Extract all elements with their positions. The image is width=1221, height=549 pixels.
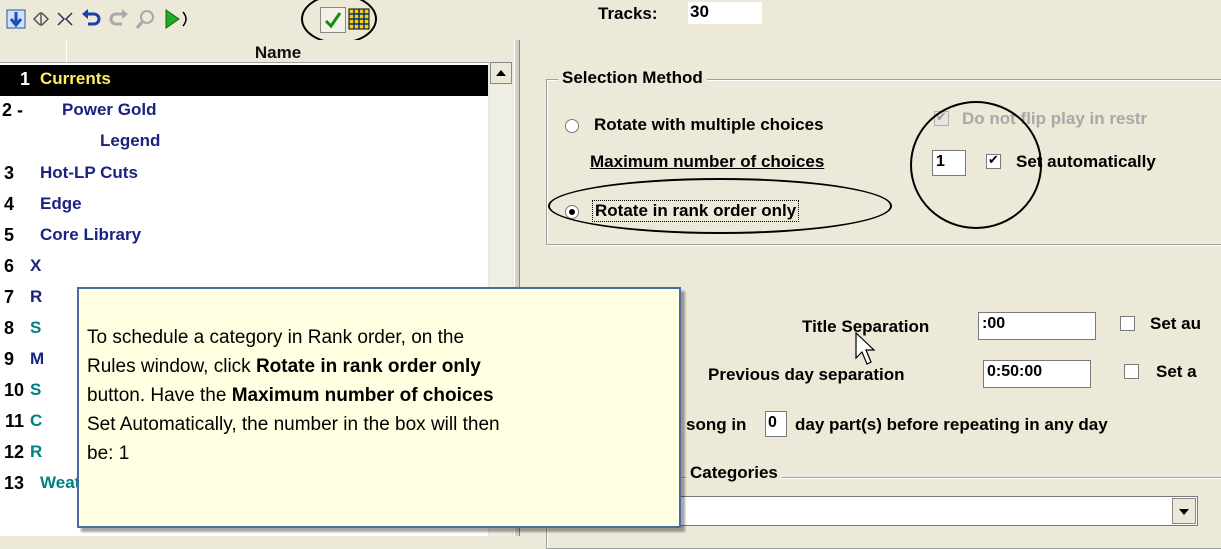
find-icon[interactable] xyxy=(135,8,157,30)
rotate-multiple-label[interactable]: Rotate with multiple choices xyxy=(594,115,824,135)
row-label: X xyxy=(30,256,42,275)
list-header-gutter xyxy=(0,40,66,63)
row-number: 3 xyxy=(3,163,14,183)
row-label: M xyxy=(30,349,45,368)
tooltip-line-3: button. Have the Maximum number of choic… xyxy=(87,381,677,410)
list-header[interactable]: Name xyxy=(66,40,489,63)
redo-icon[interactable] xyxy=(108,8,130,30)
column-header-name: Name xyxy=(254,43,302,62)
row-number: 11 xyxy=(4,411,24,431)
tooltip-line-4: Set Automatically, the number in the box… xyxy=(87,414,500,435)
row-label: Currents xyxy=(40,69,111,88)
tooltip-line-1: To schedule a category in Rank order, on… xyxy=(87,327,465,348)
row-number: 9 xyxy=(3,349,14,369)
toolbar xyxy=(0,0,520,44)
row-number: 7 xyxy=(3,287,14,307)
row-label: S xyxy=(30,318,42,337)
row-label: Edge xyxy=(40,194,82,213)
list-item[interactable]: 5 Core Library xyxy=(0,221,488,252)
rotate-multiple-radio[interactable] xyxy=(565,119,579,133)
row-label: Power Gold xyxy=(62,100,157,119)
arrow-down-icon[interactable] xyxy=(5,8,27,30)
row-number: 10 xyxy=(3,380,24,400)
row-label: C xyxy=(30,411,43,430)
selection-method-title: Selection Method xyxy=(558,68,707,88)
row-number: 6 xyxy=(3,256,14,276)
highlight-ellipse xyxy=(301,0,377,44)
previous-day-input[interactable]: 0:50:00 xyxy=(983,360,1091,388)
tracks-label: Tracks: xyxy=(598,4,658,23)
tooltip-line-2-bold: Rotate in rank order only xyxy=(255,356,481,377)
prev-day-set-checkbox[interactable] xyxy=(1124,364,1139,379)
row-label: S xyxy=(30,380,42,399)
tracks-value: 30 xyxy=(688,2,762,24)
row-number: 2 - xyxy=(2,100,24,120)
tooltip-line-3-bold: Maximum number of choices xyxy=(231,385,494,406)
title-sep-set-checkbox[interactable] xyxy=(1120,316,1135,331)
categories-title: Categories xyxy=(686,463,782,483)
row-label: Hot-LP Cuts xyxy=(40,163,138,182)
mouse-cursor-icon xyxy=(855,331,879,373)
scroll-up-button[interactable] xyxy=(490,62,512,84)
play-icon[interactable] xyxy=(163,8,193,30)
split-arrows-icon[interactable] xyxy=(30,8,52,30)
list-item[interactable]: 4 Edge xyxy=(0,190,488,221)
row-label: Legend xyxy=(100,131,161,150)
tooltip-line-5: be: 1 xyxy=(87,443,130,464)
help-tooltip: To schedule a category in Rank order, on… xyxy=(77,287,681,528)
tooltip-line-2-text: Rules window, click xyxy=(87,356,256,377)
row-number: 8 xyxy=(3,318,14,338)
day-parts-input[interactable]: 0 xyxy=(765,411,787,437)
list-item[interactable]: Legend xyxy=(0,127,488,158)
list-item[interactable]: 3 Hot-LP Cuts xyxy=(0,159,488,190)
day-parts-label: day part(s) before repeating in any day xyxy=(795,415,1108,434)
row-number: 12 xyxy=(3,442,24,462)
tooltip-text: To schedule a category in Rank order, on… xyxy=(87,323,677,468)
row-number: 4 xyxy=(3,194,14,214)
set-auto-highlight-ellipse xyxy=(910,101,1042,229)
row-number: 1 xyxy=(19,69,30,89)
undo-icon[interactable] xyxy=(80,8,102,30)
title-sep-set-label[interactable]: Set au xyxy=(1150,314,1201,334)
row-number: 5 xyxy=(3,225,14,245)
list-item[interactable]: 2 - Power Gold xyxy=(0,96,488,127)
chevron-down-icon[interactable] xyxy=(1172,498,1196,524)
rank-order-highlight-ellipse xyxy=(548,178,892,234)
tooltip-line-3-text: button. Have the xyxy=(87,385,232,406)
row-label: R xyxy=(30,442,43,461)
row-label: Core Library xyxy=(40,225,142,244)
tooltip-line-2: Rules window, click Rotate in rank order… xyxy=(87,352,677,381)
row-number: 13 xyxy=(3,473,24,493)
list-item[interactable]: 6X xyxy=(0,252,488,283)
song-in-label: song in xyxy=(686,415,747,434)
row-label: R xyxy=(30,287,43,306)
list-item[interactable]: 1 Currents xyxy=(0,65,488,96)
merge-arrows-icon[interactable] xyxy=(54,8,76,30)
prev-day-set-label[interactable]: Set a xyxy=(1156,362,1197,382)
max-choices-label: Maximum number of choices xyxy=(590,152,825,171)
title-separation-input[interactable]: :00 xyxy=(978,312,1096,340)
